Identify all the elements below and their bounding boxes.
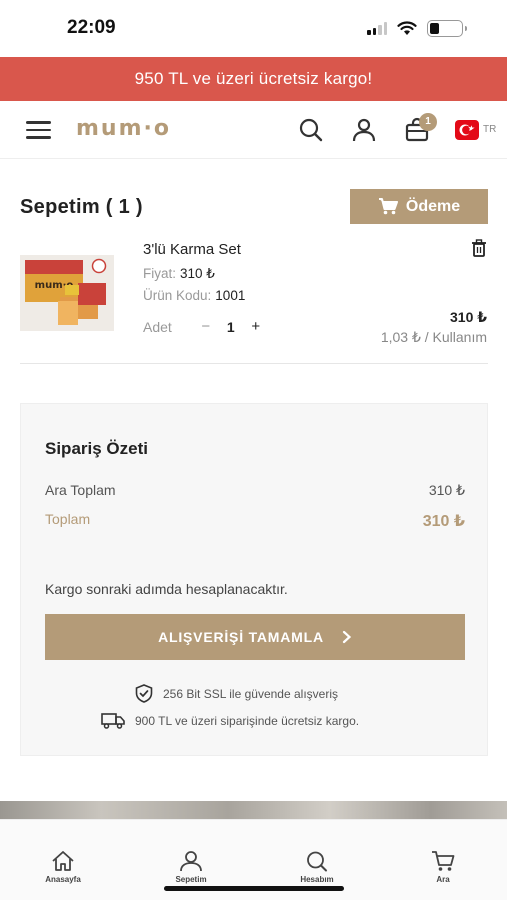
- nav-item-account[interactable]: Hesabım: [277, 850, 357, 884]
- chevron-right-icon: [342, 630, 352, 644]
- summary-title: Sipariş Özeti: [45, 439, 148, 458]
- nav-label-search: Ara: [436, 875, 450, 884]
- quantity-increase-button[interactable]: +: [244, 318, 268, 335]
- checkout-label: Ödeme: [405, 197, 461, 215]
- status-icons: [367, 20, 467, 37]
- site-logo[interactable]: mum·o: [76, 116, 171, 141]
- product-code-row: Ürün Kodu: 1001: [143, 288, 245, 303]
- ssl-text: 256 Bit SSL ile güvende alışveriş: [163, 686, 338, 701]
- promo-banner[interactable]: 950 TL ve üzeri ücretsiz kargo!: [0, 57, 507, 101]
- ssl-info: 256 Bit SSL ile güvende alışveriş: [135, 684, 338, 703]
- price-row: Fiyat: 310 ₺: [143, 266, 215, 282]
- home-indicator: [164, 886, 344, 891]
- menu-icon[interactable]: [26, 121, 51, 139]
- nav-item-search[interactable]: Ara: [403, 850, 483, 884]
- cart-icon: [432, 851, 455, 871]
- total-label: Toplam: [45, 511, 91, 527]
- total-value: 310 ₺: [422, 513, 465, 530]
- product-name[interactable]: 3'lü Karma Set: [143, 241, 241, 258]
- language-label[interactable]: TR: [483, 124, 496, 135]
- status-bar: 22:09: [0, 0, 507, 57]
- site-header: mum·o 1 TR: [0, 101, 507, 159]
- nav-label-home: Anasayfa: [45, 875, 81, 884]
- shield-check-icon: [135, 684, 153, 703]
- subtotal-label: Ara Toplam: [45, 482, 116, 498]
- complete-purchase-button[interactable]: ALIŞVERİŞİ TAMAMLA: [45, 614, 465, 660]
- wifi-icon: [397, 21, 417, 35]
- price-value: 310 ₺: [180, 266, 215, 281]
- search-icon: [307, 851, 327, 872]
- product-code-value: 1001: [215, 288, 246, 303]
- decorative-band: [0, 801, 507, 819]
- nav-label-cart: Sepetim: [175, 875, 207, 884]
- line-total: 310 ₺: [450, 309, 487, 325]
- quantity-decrease-button[interactable]: −: [194, 318, 218, 335]
- nav-item-home[interactable]: Anasayfa: [23, 850, 103, 884]
- signal-icon: [367, 22, 387, 35]
- subtotal-value: 310 ₺: [428, 482, 465, 498]
- search-icon[interactable]: [298, 117, 324, 143]
- complete-purchase-label: ALIŞVERİŞİ TAMAMLA: [158, 629, 324, 645]
- per-use-price: 1,03 ₺ / Kullanım: [380, 329, 487, 345]
- divider: [20, 363, 488, 364]
- product-code-label: Ürün Kodu:: [143, 288, 212, 303]
- price-label: Fiyat:: [143, 266, 177, 281]
- checkout-button[interactable]: Ödeme: [350, 189, 488, 224]
- quantity-stepper: Adet − 1 +: [143, 318, 268, 335]
- subtotal-row: Ara Toplam 310 ₺: [45, 482, 465, 499]
- cart-icon: [378, 198, 398, 215]
- quantity-label: Adet: [143, 318, 172, 335]
- cargo-note: Kargo sonraki adımda hesaplanacaktır.: [45, 581, 288, 597]
- shipping-text: 900 TL ve üzeri siparişinde ücretsiz kar…: [135, 713, 360, 728]
- status-time: 22:09: [67, 17, 116, 38]
- cart-title: Sepetim ( 1 ): [20, 196, 143, 218]
- user-icon: [180, 851, 202, 872]
- home-icon: [52, 851, 74, 871]
- shipping-info: 900 TL ve üzeri siparişinde ücretsiz kar…: [101, 712, 359, 729]
- cart-count-badge: 1: [419, 113, 437, 131]
- trash-icon[interactable]: [471, 239, 487, 257]
- total-row: Toplam 310 ₺: [45, 511, 465, 531]
- order-summary: Sipariş Özeti Ara Toplam 310 ₺ Toplam 31…: [20, 403, 488, 756]
- battery-icon: [427, 20, 467, 37]
- nav-label-account: Hesabım: [300, 875, 334, 884]
- truck-icon: [101, 713, 125, 729]
- quantity-value[interactable]: 1: [218, 319, 244, 335]
- turkey-flag-icon[interactable]: [455, 120, 479, 140]
- nav-item-cart[interactable]: Sepetim: [151, 850, 231, 884]
- product-image[interactable]: mum·o: [20, 255, 114, 331]
- user-icon[interactable]: [351, 117, 377, 143]
